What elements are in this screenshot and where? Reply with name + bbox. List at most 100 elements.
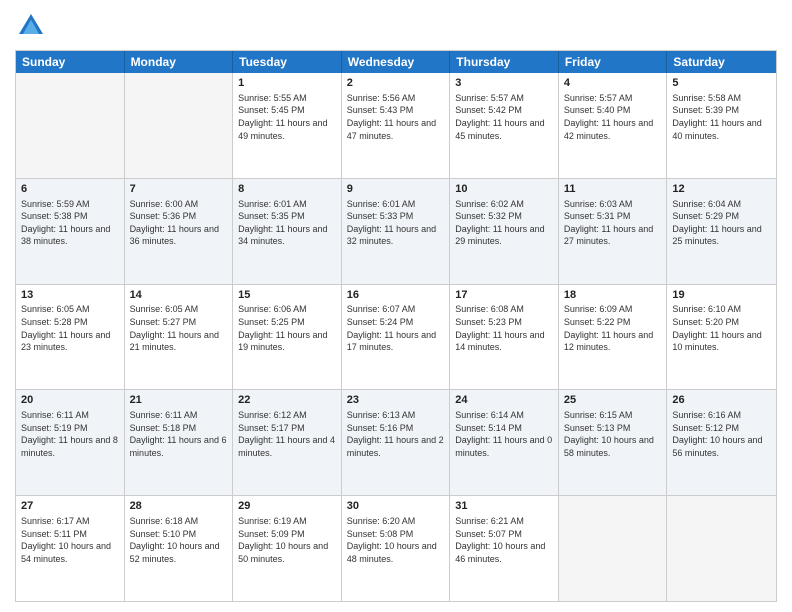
weekday-header-friday: Friday <box>559 51 668 73</box>
day-cell-2: 2Sunrise: 5:56 AM Sunset: 5:43 PM Daylig… <box>342 73 451 178</box>
day-number: 26 <box>672 393 771 408</box>
day-info: Sunrise: 6:08 AM Sunset: 5:23 PM Dayligh… <box>455 303 553 353</box>
day-info: Sunrise: 5:57 AM Sunset: 5:40 PM Dayligh… <box>564 92 662 142</box>
day-info: Sunrise: 6:21 AM Sunset: 5:07 PM Dayligh… <box>455 515 553 565</box>
day-cell-27: 27Sunrise: 6:17 AM Sunset: 5:11 PM Dayli… <box>16 496 125 601</box>
day-number: 20 <box>21 393 119 408</box>
day-cell-14: 14Sunrise: 6:05 AM Sunset: 5:27 PM Dayli… <box>125 285 234 390</box>
day-info: Sunrise: 6:05 AM Sunset: 5:28 PM Dayligh… <box>21 303 119 353</box>
day-info: Sunrise: 5:57 AM Sunset: 5:42 PM Dayligh… <box>455 92 553 142</box>
day-info: Sunrise: 6:04 AM Sunset: 5:29 PM Dayligh… <box>672 198 771 248</box>
day-cell-30: 30Sunrise: 6:20 AM Sunset: 5:08 PM Dayli… <box>342 496 451 601</box>
day-info: Sunrise: 6:03 AM Sunset: 5:31 PM Dayligh… <box>564 198 662 248</box>
day-info: Sunrise: 6:05 AM Sunset: 5:27 PM Dayligh… <box>130 303 228 353</box>
weekday-header-thursday: Thursday <box>450 51 559 73</box>
day-cell-3: 3Sunrise: 5:57 AM Sunset: 5:42 PM Daylig… <box>450 73 559 178</box>
day-number: 13 <box>21 288 119 303</box>
calendar-row-0: 1Sunrise: 5:55 AM Sunset: 5:45 PM Daylig… <box>16 73 776 178</box>
day-cell-28: 28Sunrise: 6:18 AM Sunset: 5:10 PM Dayli… <box>125 496 234 601</box>
calendar-row-1: 6Sunrise: 5:59 AM Sunset: 5:38 PM Daylig… <box>16 178 776 284</box>
day-number: 7 <box>130 182 228 197</box>
day-info: Sunrise: 5:59 AM Sunset: 5:38 PM Dayligh… <box>21 198 119 248</box>
calendar-row-4: 27Sunrise: 6:17 AM Sunset: 5:11 PM Dayli… <box>16 495 776 601</box>
day-cell-26: 26Sunrise: 6:16 AM Sunset: 5:12 PM Dayli… <box>667 390 776 495</box>
day-number: 31 <box>455 499 553 514</box>
day-cell-21: 21Sunrise: 6:11 AM Sunset: 5:18 PM Dayli… <box>125 390 234 495</box>
day-cell-17: 17Sunrise: 6:08 AM Sunset: 5:23 PM Dayli… <box>450 285 559 390</box>
day-info: Sunrise: 5:55 AM Sunset: 5:45 PM Dayligh… <box>238 92 336 142</box>
day-number: 24 <box>455 393 553 408</box>
weekday-header-monday: Monday <box>125 51 234 73</box>
day-info: Sunrise: 6:10 AM Sunset: 5:20 PM Dayligh… <box>672 303 771 353</box>
day-info: Sunrise: 6:09 AM Sunset: 5:22 PM Dayligh… <box>564 303 662 353</box>
day-info: Sunrise: 6:14 AM Sunset: 5:14 PM Dayligh… <box>455 409 553 459</box>
day-cell-4: 4Sunrise: 5:57 AM Sunset: 5:40 PM Daylig… <box>559 73 668 178</box>
day-cell-12: 12Sunrise: 6:04 AM Sunset: 5:29 PM Dayli… <box>667 179 776 284</box>
day-info: Sunrise: 6:07 AM Sunset: 5:24 PM Dayligh… <box>347 303 445 353</box>
day-info: Sunrise: 6:11 AM Sunset: 5:19 PM Dayligh… <box>21 409 119 459</box>
day-number: 5 <box>672 76 771 91</box>
day-info: Sunrise: 6:06 AM Sunset: 5:25 PM Dayligh… <box>238 303 336 353</box>
empty-cell <box>16 73 125 178</box>
day-number: 4 <box>564 76 662 91</box>
day-info: Sunrise: 6:11 AM Sunset: 5:18 PM Dayligh… <box>130 409 228 459</box>
day-cell-20: 20Sunrise: 6:11 AM Sunset: 5:19 PM Dayli… <box>16 390 125 495</box>
day-number: 25 <box>564 393 662 408</box>
day-cell-16: 16Sunrise: 6:07 AM Sunset: 5:24 PM Dayli… <box>342 285 451 390</box>
day-number: 27 <box>21 499 119 514</box>
day-number: 12 <box>672 182 771 197</box>
day-info: Sunrise: 6:15 AM Sunset: 5:13 PM Dayligh… <box>564 409 662 459</box>
calendar: SundayMondayTuesdayWednesdayThursdayFrid… <box>15 50 777 602</box>
day-cell-13: 13Sunrise: 6:05 AM Sunset: 5:28 PM Dayli… <box>16 285 125 390</box>
day-info: Sunrise: 6:19 AM Sunset: 5:09 PM Dayligh… <box>238 515 336 565</box>
day-number: 17 <box>455 288 553 303</box>
day-number: 15 <box>238 288 336 303</box>
day-info: Sunrise: 5:58 AM Sunset: 5:39 PM Dayligh… <box>672 92 771 142</box>
day-cell-10: 10Sunrise: 6:02 AM Sunset: 5:32 PM Dayli… <box>450 179 559 284</box>
day-cell-22: 22Sunrise: 6:12 AM Sunset: 5:17 PM Dayli… <box>233 390 342 495</box>
day-number: 14 <box>130 288 228 303</box>
day-number: 28 <box>130 499 228 514</box>
day-info: Sunrise: 5:56 AM Sunset: 5:43 PM Dayligh… <box>347 92 445 142</box>
weekday-header-tuesday: Tuesday <box>233 51 342 73</box>
day-cell-19: 19Sunrise: 6:10 AM Sunset: 5:20 PM Dayli… <box>667 285 776 390</box>
day-number: 9 <box>347 182 445 197</box>
day-number: 16 <box>347 288 445 303</box>
weekday-header-saturday: Saturday <box>667 51 776 73</box>
page: SundayMondayTuesdayWednesdayThursdayFrid… <box>0 0 792 612</box>
day-info: Sunrise: 6:17 AM Sunset: 5:11 PM Dayligh… <box>21 515 119 565</box>
day-number: 11 <box>564 182 662 197</box>
day-info: Sunrise: 6:12 AM Sunset: 5:17 PM Dayligh… <box>238 409 336 459</box>
day-info: Sunrise: 6:01 AM Sunset: 5:35 PM Dayligh… <box>238 198 336 248</box>
weekday-header-sunday: Sunday <box>16 51 125 73</box>
day-cell-25: 25Sunrise: 6:15 AM Sunset: 5:13 PM Dayli… <box>559 390 668 495</box>
day-number: 29 <box>238 499 336 514</box>
day-number: 23 <box>347 393 445 408</box>
day-info: Sunrise: 6:18 AM Sunset: 5:10 PM Dayligh… <box>130 515 228 565</box>
day-info: Sunrise: 6:01 AM Sunset: 5:33 PM Dayligh… <box>347 198 445 248</box>
day-cell-8: 8Sunrise: 6:01 AM Sunset: 5:35 PM Daylig… <box>233 179 342 284</box>
header <box>15 10 777 42</box>
day-number: 18 <box>564 288 662 303</box>
calendar-row-3: 20Sunrise: 6:11 AM Sunset: 5:19 PM Dayli… <box>16 389 776 495</box>
day-number: 22 <box>238 393 336 408</box>
logo <box>15 10 51 42</box>
day-cell-5: 5Sunrise: 5:58 AM Sunset: 5:39 PM Daylig… <box>667 73 776 178</box>
day-number: 30 <box>347 499 445 514</box>
day-info: Sunrise: 6:00 AM Sunset: 5:36 PM Dayligh… <box>130 198 228 248</box>
day-number: 19 <box>672 288 771 303</box>
empty-cell <box>125 73 234 178</box>
day-cell-6: 6Sunrise: 5:59 AM Sunset: 5:38 PM Daylig… <box>16 179 125 284</box>
day-cell-7: 7Sunrise: 6:00 AM Sunset: 5:36 PM Daylig… <box>125 179 234 284</box>
day-info: Sunrise: 6:16 AM Sunset: 5:12 PM Dayligh… <box>672 409 771 459</box>
calendar-header: SundayMondayTuesdayWednesdayThursdayFrid… <box>16 51 776 73</box>
day-number: 21 <box>130 393 228 408</box>
day-number: 1 <box>238 76 336 91</box>
day-cell-18: 18Sunrise: 6:09 AM Sunset: 5:22 PM Dayli… <box>559 285 668 390</box>
day-info: Sunrise: 6:13 AM Sunset: 5:16 PM Dayligh… <box>347 409 445 459</box>
day-number: 3 <box>455 76 553 91</box>
day-number: 10 <box>455 182 553 197</box>
day-cell-1: 1Sunrise: 5:55 AM Sunset: 5:45 PM Daylig… <box>233 73 342 178</box>
empty-cell <box>559 496 668 601</box>
day-info: Sunrise: 6:20 AM Sunset: 5:08 PM Dayligh… <box>347 515 445 565</box>
